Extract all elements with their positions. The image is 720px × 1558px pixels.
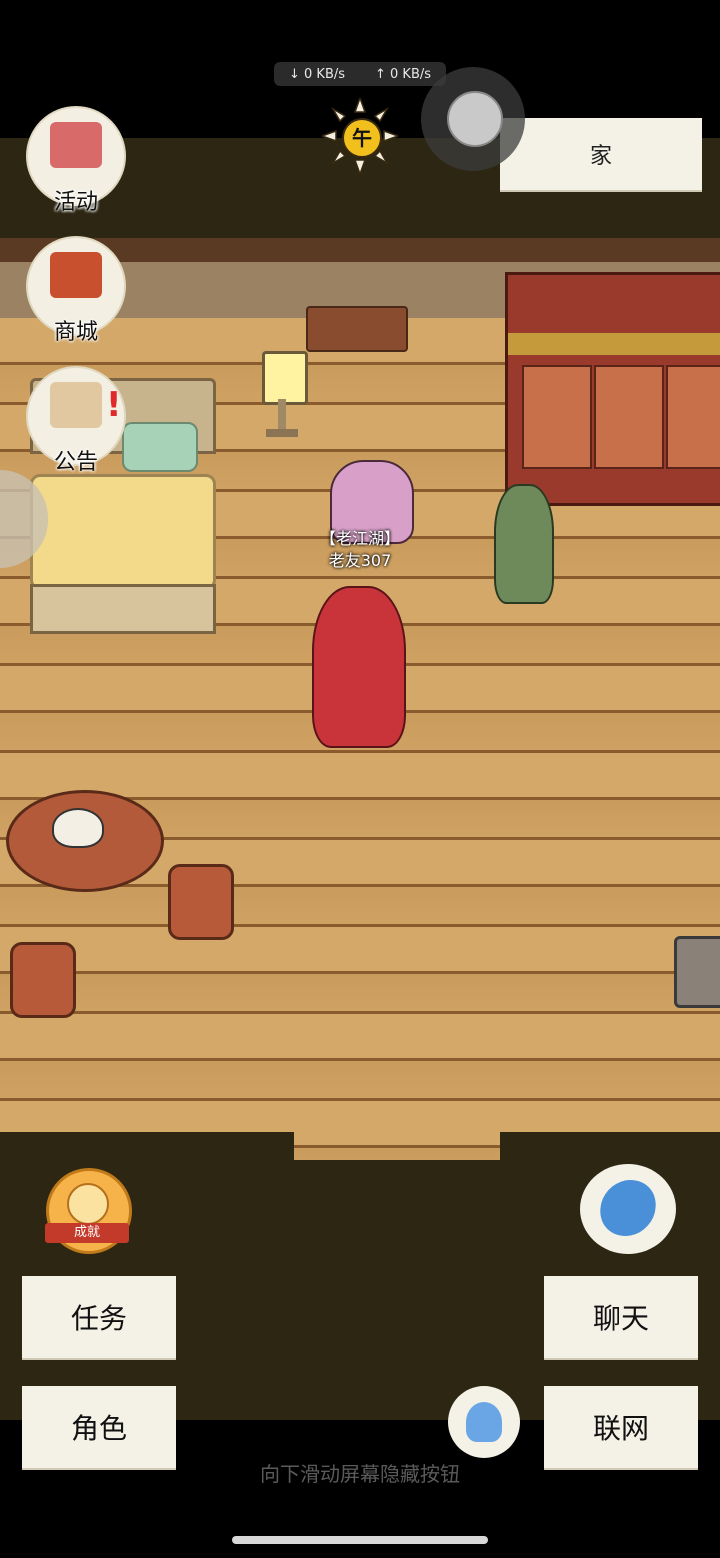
cabinet-trim [508, 333, 720, 355]
hide-buttons-hint: 向下滑动屏幕隐藏按钮 [260, 1462, 460, 1486]
network-speed-indicator: ↓ 0 KB/s ↑ 0 KB/s [274, 62, 446, 86]
assistive-touch-inner [447, 91, 503, 147]
character-button[interactable]: 角色 [22, 1386, 176, 1468]
lamp-pole [278, 399, 286, 433]
bed-footboard [30, 584, 216, 634]
player-nameplate: 【老江湖】 老友307 [310, 528, 410, 572]
cabinet [505, 272, 720, 506]
player-character[interactable] [312, 586, 406, 748]
treasure-chest[interactable] [674, 936, 720, 1008]
banner-icon [50, 122, 102, 168]
achievement-button[interactable]: 成就 [45, 1168, 132, 1254]
player-title: 【老江湖】 [319, 529, 400, 548]
time-of-day-indicator: 午 [322, 98, 398, 174]
run-button[interactable] [580, 1164, 676, 1254]
lamp-base [266, 429, 298, 437]
cabinet-door [522, 365, 592, 469]
location-button[interactable]: 家 [500, 118, 702, 190]
alert-icon: ! [106, 385, 122, 425]
lamp-shade [262, 351, 308, 405]
room-wall-bottom-left [0, 1132, 294, 1162]
teapot-icon [52, 808, 104, 848]
online-button[interactable]: 联网 [544, 1386, 698, 1468]
activity-button[interactable]: 活动 [26, 106, 126, 215]
running-figure-icon [592, 1180, 664, 1236]
wooden-stool [10, 942, 76, 1018]
upload-speed: ↑ 0 KB/s [374, 66, 432, 82]
lamp [256, 333, 312, 439]
notice-label: 公告 [53, 450, 98, 475]
chat-button[interactable]: 聊天 [544, 1276, 698, 1358]
low-desk [306, 306, 408, 352]
bed-quilt [30, 474, 216, 590]
shop-icon [50, 252, 102, 298]
tasks-button[interactable]: 任务 [22, 1276, 176, 1358]
npc-boy[interactable] [494, 484, 554, 604]
notice-button[interactable]: ! 公告 [26, 366, 126, 475]
cabinet-door [666, 365, 720, 469]
activity-label: 活动 [53, 190, 98, 215]
meditate-button[interactable] [448, 1386, 520, 1458]
player-name: 老友307 [328, 551, 392, 570]
shop-button[interactable]: 商城 [26, 236, 126, 345]
cabinet-door [594, 365, 664, 469]
home-indicator[interactable] [232, 1536, 488, 1544]
bed-pillow [122, 422, 198, 472]
assistive-touch-button[interactable] [421, 67, 525, 171]
wooden-stool [168, 864, 234, 940]
shop-label: 商城 [53, 320, 98, 345]
download-speed: ↓ 0 KB/s [288, 66, 346, 82]
time-of-day-label: 午 [342, 118, 382, 158]
medal-icon [67, 1183, 109, 1225]
notice-board-icon [50, 382, 102, 428]
meditation-icon [466, 1402, 502, 1442]
room-wall-bottom-right [500, 1132, 720, 1162]
achievement-label: 成就 [45, 1223, 129, 1243]
